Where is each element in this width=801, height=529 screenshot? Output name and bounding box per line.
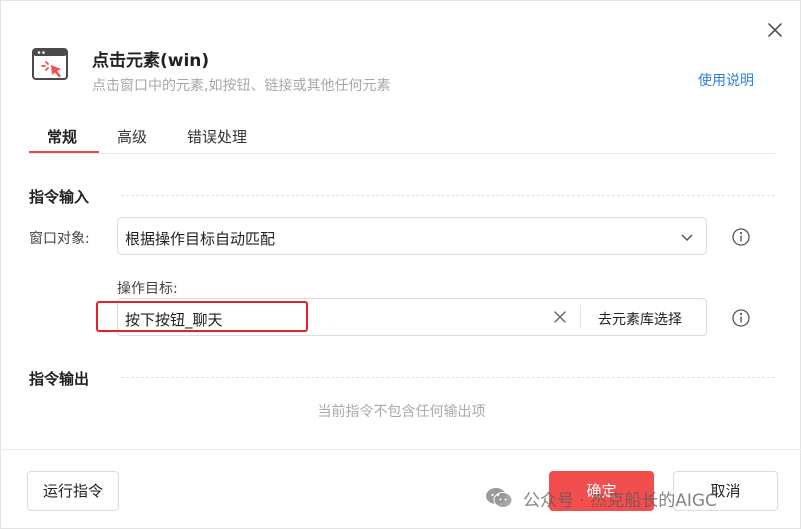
info-icon[interactable] [731, 227, 751, 247]
help-link[interactable]: 使用说明 [698, 70, 754, 90]
dialog-subtitle: 点击窗口中的元素,如按钮、链接或其他任何元素 [92, 78, 391, 94]
tab-error-handling[interactable]: 错误处理 [187, 126, 247, 147]
cancel-button[interactable]: 取消 [673, 471, 778, 511]
tab-bar: 常规 高级 错误处理 [29, 119, 775, 154]
field-divider [580, 305, 581, 329]
window-object-value: 根据操作目标自动匹配 [125, 230, 276, 248]
clear-icon[interactable] [552, 309, 568, 325]
active-tab-indicator [29, 151, 99, 153]
pick-from-library-button[interactable]: 去元素库选择 [598, 309, 682, 329]
footer-divider [2, 449, 801, 450]
dialog: 点击元素(win) 点击窗口中的元素,如按钮、链接或其他任何元素 使用说明 常规… [0, 0, 801, 529]
target-value: 按下按钮_聊天 [125, 311, 223, 329]
info-icon[interactable] [731, 308, 751, 328]
window-object-select[interactable]: 根据操作目标自动匹配 [117, 217, 707, 255]
section-divider [121, 377, 775, 378]
wechat-icon [486, 488, 513, 508]
chevron-down-icon [681, 234, 693, 242]
dialog-title: 点击元素(win) [92, 51, 210, 71]
window-object-label: 窗口对象: [29, 231, 90, 247]
close-icon[interactable] [764, 19, 786, 41]
output-section-title: 指令输出 [29, 370, 90, 388]
target-label: 操作目标: [117, 281, 178, 297]
run-command-button[interactable]: 运行指令 [27, 471, 119, 511]
input-section-title: 指令输入 [29, 188, 90, 206]
tab-general[interactable]: 常规 [47, 126, 77, 147]
confirm-button[interactable]: 确定 [549, 471, 654, 511]
tab-advanced[interactable]: 高级 [117, 126, 147, 147]
section-divider [121, 195, 775, 196]
click-element-icon [32, 48, 68, 80]
empty-output-text: 当前指令不包含任何输出项 [317, 404, 486, 420]
target-field[interactable]: 按下按钮_聊天 去元素库选择 [117, 298, 707, 336]
